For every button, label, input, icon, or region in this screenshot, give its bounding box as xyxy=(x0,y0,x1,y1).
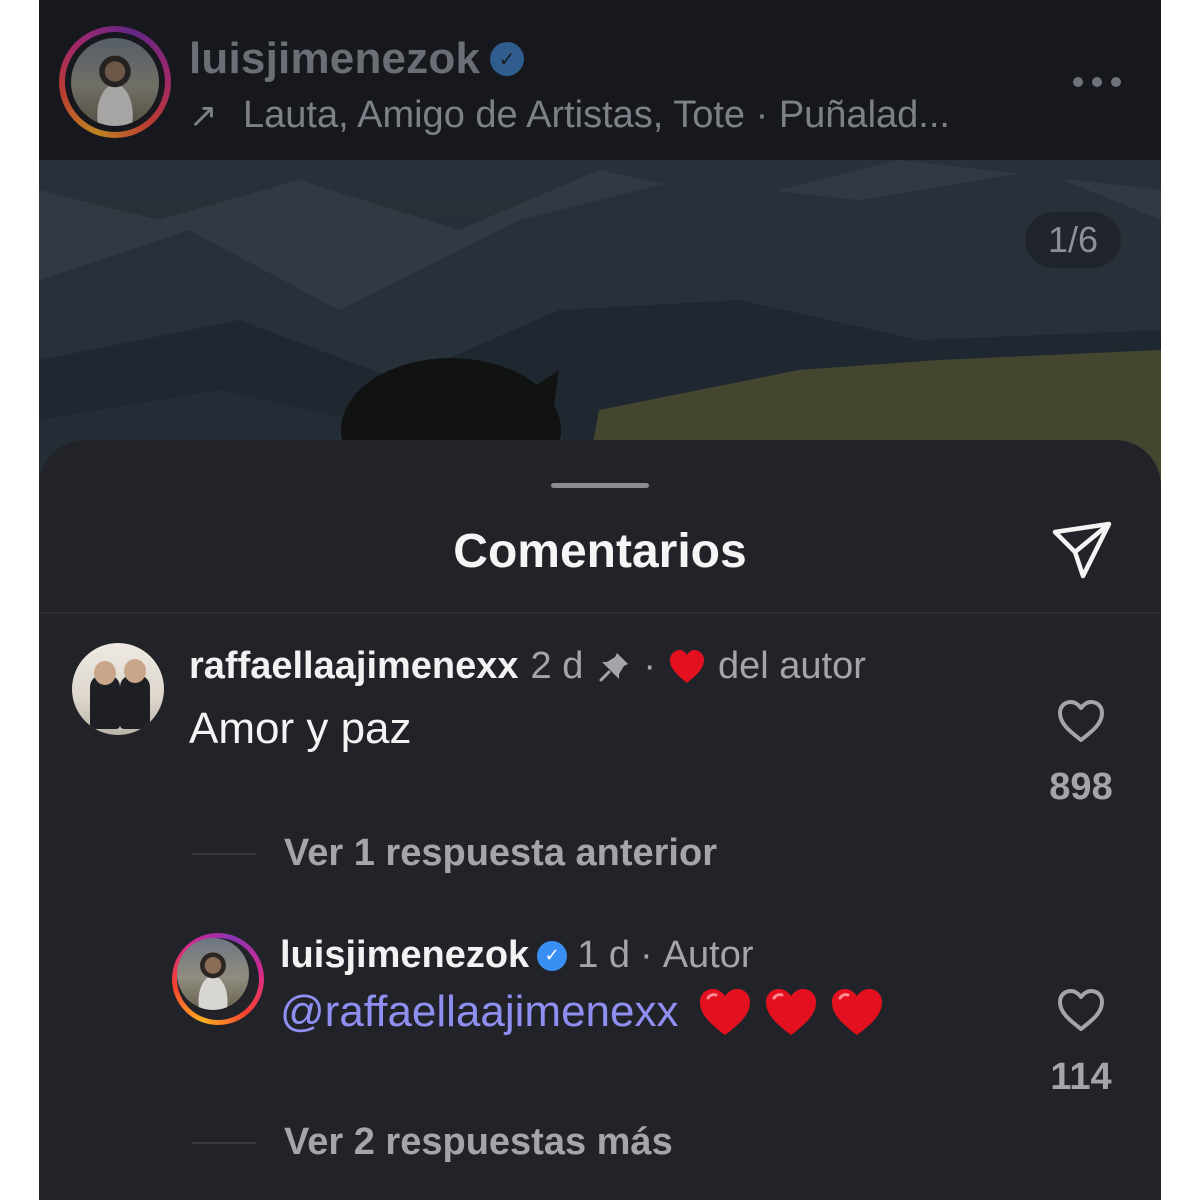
sheet-drag-handle[interactable] xyxy=(551,483,649,488)
verified-badge-icon: ✓ xyxy=(490,42,525,76)
comment-text: Amor y paz xyxy=(189,704,412,753)
red-heart-emoji-icon xyxy=(699,989,750,1035)
reply-text: @raffaellaajimenexx xyxy=(280,986,885,1038)
like-count[interactable]: 114 xyxy=(1039,1056,1123,1099)
view-more-replies-button[interactable]: Ver 2 respuestas más xyxy=(284,1121,673,1164)
post-header: luisjimenezok ✓ ↗ Lauta, Amigo de Artist… xyxy=(39,0,1161,160)
separator: · xyxy=(640,934,653,976)
more-options-icon[interactable] xyxy=(1073,62,1121,102)
reply-emojis xyxy=(697,986,885,1038)
comment-time: 2 d xyxy=(530,645,584,687)
post-author[interactable]: luisjimenezok ✓ xyxy=(189,34,525,84)
send-icon[interactable] xyxy=(1049,518,1115,584)
reply-meta: luisjimenezok ✓ 1 d · Autor xyxy=(280,934,754,977)
verified-badge-icon: ✓ xyxy=(537,940,568,971)
commenter-avatar[interactable] xyxy=(72,643,164,735)
red-heart-emoji-icon xyxy=(765,989,816,1035)
like-heart-icon[interactable] xyxy=(1056,987,1106,1033)
pin-icon xyxy=(599,652,629,681)
post-author-avatar[interactable] xyxy=(59,26,171,138)
instagram-screen: luisjimenezok ✓ ↗ Lauta, Amigo de Artist… xyxy=(39,0,1161,1200)
separator: · xyxy=(643,645,657,687)
post-author-username[interactable]: luisjimenezok xyxy=(189,34,480,84)
like-count[interactable]: 898 xyxy=(1039,766,1123,809)
author-liked-heart-icon xyxy=(670,649,705,683)
author-badge: Autor xyxy=(662,934,754,976)
music-track-text[interactable]: Lauta, Amigo de Artistas, Tote · Puñalad… xyxy=(243,94,950,137)
arrow-up-right-icon: ↗ xyxy=(189,96,218,135)
sheet-title: Comentarios xyxy=(453,525,747,578)
reply-author-avatar[interactable] xyxy=(172,933,264,1025)
reply-time: 1 d xyxy=(577,934,631,976)
comment-meta: raffaellaajimenexx 2 d · del autor xyxy=(189,645,866,688)
carousel-page-counter: 1/6 xyxy=(1025,212,1121,268)
red-heart-emoji-icon xyxy=(831,989,882,1035)
view-previous-replies-button[interactable]: Ver 1 respuesta anterior xyxy=(284,832,717,875)
reply-username[interactable]: luisjimenezok xyxy=(280,934,529,977)
author-liked-label: del autor xyxy=(718,645,866,687)
comment-username[interactable]: raffaellaajimenexx xyxy=(189,645,519,688)
comments-sheet: Comentarios raffaellaajimenexx 2 d · del… xyxy=(39,440,1161,1200)
post-music-info[interactable]: ↗ Lauta, Amigo de Artistas, Tote · Puñal… xyxy=(189,94,950,137)
reply-thread-line xyxy=(192,853,256,855)
like-heart-icon[interactable] xyxy=(1056,698,1106,744)
divider xyxy=(39,612,1161,614)
mention-link[interactable]: @raffaellaajimenexx xyxy=(280,987,679,1037)
reply-thread-line xyxy=(192,1142,256,1144)
